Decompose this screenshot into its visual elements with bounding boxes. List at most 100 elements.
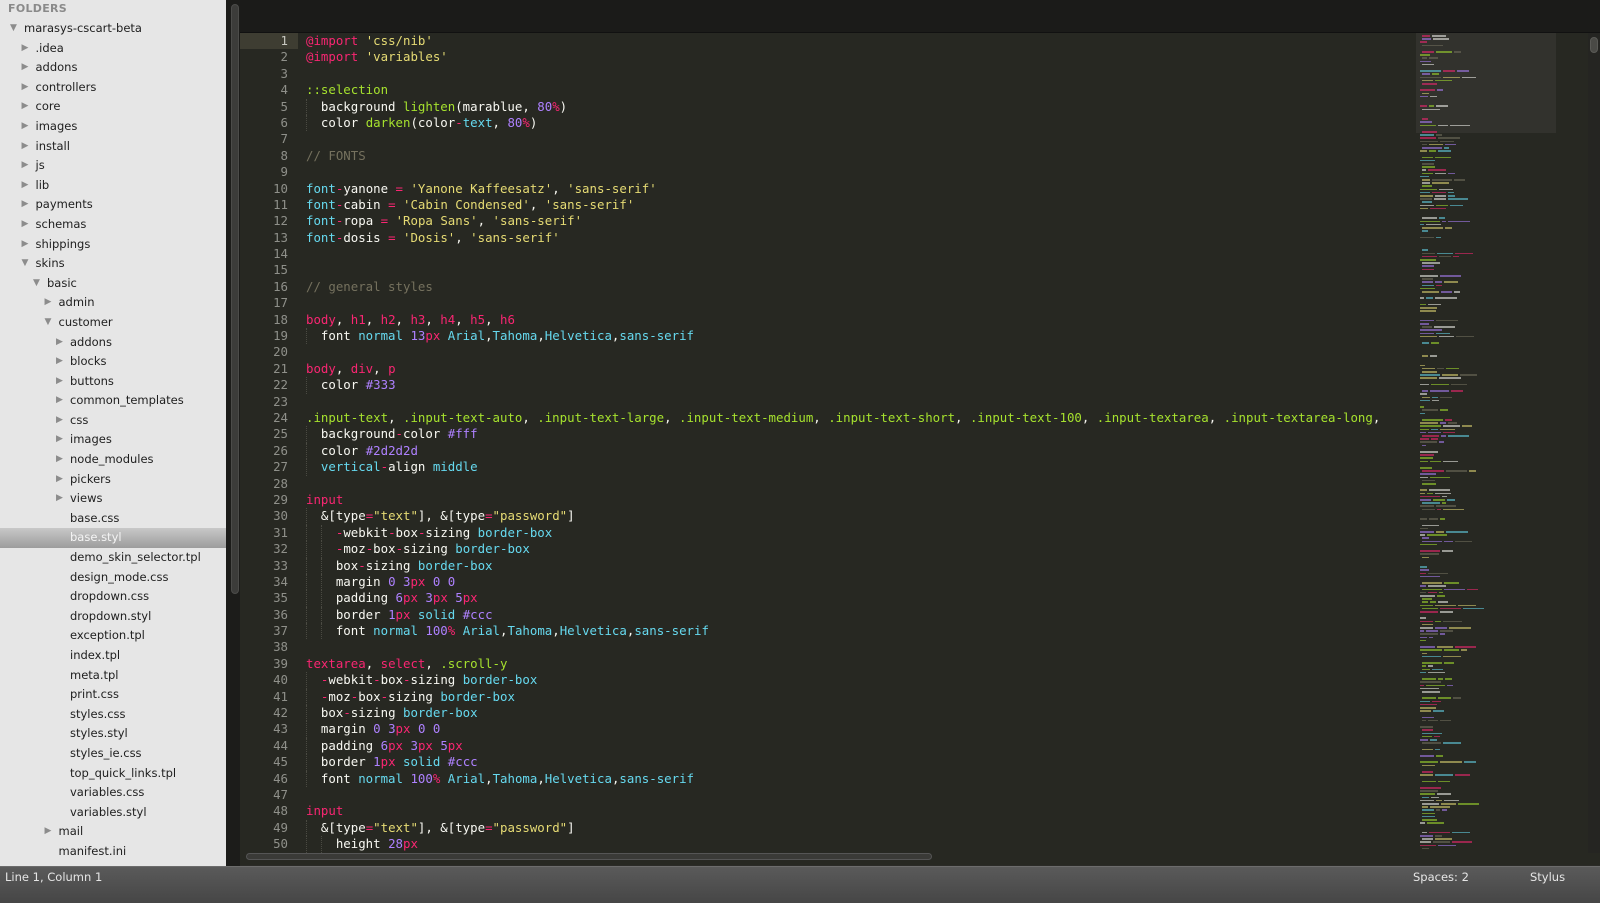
tree-folder[interactable]: ▶ lib xyxy=(0,176,230,196)
tree-folder[interactable]: ▶ schemas xyxy=(0,215,230,235)
code-line: font-yanone = 'Yanone Kaffeesatz', 'sans… xyxy=(306,181,1416,197)
tree-file[interactable]: styles_ie.css xyxy=(0,744,230,764)
disclosure-collapsed-icon[interactable]: ▶ xyxy=(22,156,32,176)
disclosure-expanded-icon[interactable]: ▼ xyxy=(10,19,20,39)
tree-folder[interactable]: ▶ mail xyxy=(0,822,230,842)
code-editor[interactable]: 1 2 3 4 5 6 7 8 9 10 11 12 13 14 15 16 17 18 19 20 21 22 23 24 2… xyxy=(240,33,1600,865)
tree-folder[interactable]: ▶ install xyxy=(0,137,230,157)
syntax-mode[interactable]: Stylus xyxy=(1530,870,1565,884)
tree-folder[interactable]: ▶ images xyxy=(0,430,230,450)
tree-file[interactable]: styles.css xyxy=(0,705,230,725)
tree-folder[interactable]: ▶ images xyxy=(0,117,230,137)
code-area[interactable]: @import 'css/nib' @import 'variables'::se… xyxy=(306,33,1416,853)
tree-file[interactable]: index.tpl xyxy=(0,646,230,666)
minimap-line xyxy=(1422,118,1428,120)
tree-folder[interactable]: ▶ pickers xyxy=(0,470,230,490)
disclosure-collapsed-icon[interactable]: ▶ xyxy=(56,391,66,411)
indentation-setting[interactable]: Spaces: 2 xyxy=(1413,870,1469,884)
tree-file[interactable]: demo_skin_selector.tpl xyxy=(0,548,230,568)
number-token: 6 xyxy=(380,737,389,753)
tree-file[interactable]: dropdown.styl xyxy=(0,607,230,627)
disclosure-collapsed-icon[interactable]: ▶ xyxy=(56,372,66,392)
tree-folder[interactable]: ▶ css xyxy=(0,411,230,431)
tree-item-label: buttons xyxy=(70,373,114,388)
minimap-viewport[interactable] xyxy=(1416,33,1556,133)
minimap-line xyxy=(1420,207,1428,210)
editor-vertical-scrollbar[interactable] xyxy=(1590,37,1598,53)
tree-file[interactable]: base.css xyxy=(0,509,230,529)
tree-file[interactable]: top_quick_links.tpl xyxy=(0,764,230,784)
tree-folder[interactable]: ▶ node_modules xyxy=(0,450,230,470)
tree-file[interactable]: variables.css xyxy=(0,783,230,803)
sidebar-vertical-scrollbar[interactable] xyxy=(231,4,239,594)
tree-file[interactable]: variables.styl xyxy=(0,803,230,823)
tree-folder[interactable]: ▼ customer xyxy=(0,313,230,333)
disclosure-collapsed-icon[interactable]: ▶ xyxy=(22,39,32,59)
tree-folder[interactable]: ▼ skins xyxy=(0,254,230,274)
tree-folder[interactable]: ▶ js xyxy=(0,156,230,176)
tree-folder[interactable]: ▼ basic xyxy=(0,274,230,294)
disclosure-collapsed-icon[interactable]: ▶ xyxy=(22,78,32,98)
plain-token: margin xyxy=(306,721,374,737)
editor-horizontal-scrollbar[interactable] xyxy=(246,853,932,860)
tree-folder[interactable]: ▶ blocks xyxy=(0,352,230,372)
tree-folder[interactable]: ▶ buttons xyxy=(0,372,230,392)
tag-token: h1 xyxy=(350,311,366,327)
tree-folder[interactable]: ▶ payments xyxy=(0,195,230,215)
tree-folder[interactable]: ▶ core xyxy=(0,97,230,117)
disclosure-collapsed-icon[interactable]: ▶ xyxy=(45,822,55,842)
disclosure-collapsed-icon[interactable]: ▶ xyxy=(45,293,55,313)
disclosure-collapsed-icon[interactable]: ▶ xyxy=(22,195,32,215)
tree-file[interactable]: meta.tpl xyxy=(0,666,230,686)
tree-folder[interactable]: ▶ controllers xyxy=(0,78,230,98)
minimap-line xyxy=(1420,175,1430,178)
tree-file[interactable]: exception.tpl xyxy=(0,626,230,646)
tag-token: select xyxy=(380,655,426,671)
minimap-line xyxy=(1430,390,1449,392)
disclosure-collapsed-icon[interactable]: ▶ xyxy=(56,333,66,353)
minimap-line xyxy=(1420,604,1434,607)
tree-file[interactable]: design_mode.css xyxy=(0,568,230,588)
minimap-line xyxy=(1420,534,1425,536)
minimap-line xyxy=(1422,342,1429,344)
disclosure-expanded-icon[interactable]: ▼ xyxy=(22,254,32,274)
indent-guide xyxy=(306,623,307,640)
tree-folder[interactable]: ▶ addons xyxy=(0,333,230,353)
disclosure-collapsed-icon[interactable]: ▶ xyxy=(56,450,66,470)
tree-file[interactable]: base.styl xyxy=(0,528,230,549)
tree-file[interactable]: styles.styl xyxy=(0,724,230,744)
disclosure-collapsed-icon[interactable]: ▶ xyxy=(22,176,32,196)
tree-folder[interactable]: ▶ views xyxy=(0,489,230,509)
disclosure-collapsed-icon[interactable]: ▶ xyxy=(22,235,32,255)
tree-file[interactable]: print.css xyxy=(0,685,230,705)
tree-folder[interactable]: ▶ shippings xyxy=(0,235,230,255)
disclosure-collapsed-icon[interactable]: ▶ xyxy=(56,430,66,450)
line-number: 6 xyxy=(280,114,288,130)
disclosure-collapsed-icon[interactable]: ▶ xyxy=(22,97,32,117)
minimap-line xyxy=(1435,838,1452,840)
disclosure-expanded-icon[interactable]: ▼ xyxy=(33,274,43,294)
disclosure-collapsed-icon[interactable]: ▶ xyxy=(56,411,66,431)
disclosure-collapsed-icon[interactable]: ▶ xyxy=(22,58,32,78)
tree-file[interactable]: manifest.ini xyxy=(0,842,230,862)
disclosure-collapsed-icon[interactable]: ▶ xyxy=(22,117,32,137)
disclosure-collapsed-icon[interactable]: ▶ xyxy=(22,215,32,235)
disclosure-collapsed-icon[interactable]: ▶ xyxy=(22,137,32,157)
tree-folder[interactable]: ▶ common_templates xyxy=(0,391,230,411)
disclosure-collapsed-icon[interactable]: ▶ xyxy=(56,470,66,490)
disclosure-expanded-icon[interactable]: ▼ xyxy=(45,313,55,333)
tree-file[interactable]: dropdown.css xyxy=(0,587,230,607)
disclosure-collapsed-icon[interactable]: ▶ xyxy=(56,352,66,372)
tree-folder[interactable]: ▼ marasys-cscart-beta xyxy=(0,19,230,39)
minimap-line xyxy=(1420,198,1433,200)
disclosure-collapsed-icon[interactable]: ▶ xyxy=(56,489,66,509)
tree-folder[interactable]: ▶ addons xyxy=(0,58,230,78)
tree-folder[interactable]: ▶ admin xyxy=(0,293,230,313)
tree-item-label: base.css xyxy=(70,510,120,525)
minimap[interactable] xyxy=(1416,33,1576,853)
tree-folder[interactable]: ▶ .idea xyxy=(0,39,230,59)
minimap-line xyxy=(1422,166,1435,168)
tree-item-label: js xyxy=(35,158,45,173)
